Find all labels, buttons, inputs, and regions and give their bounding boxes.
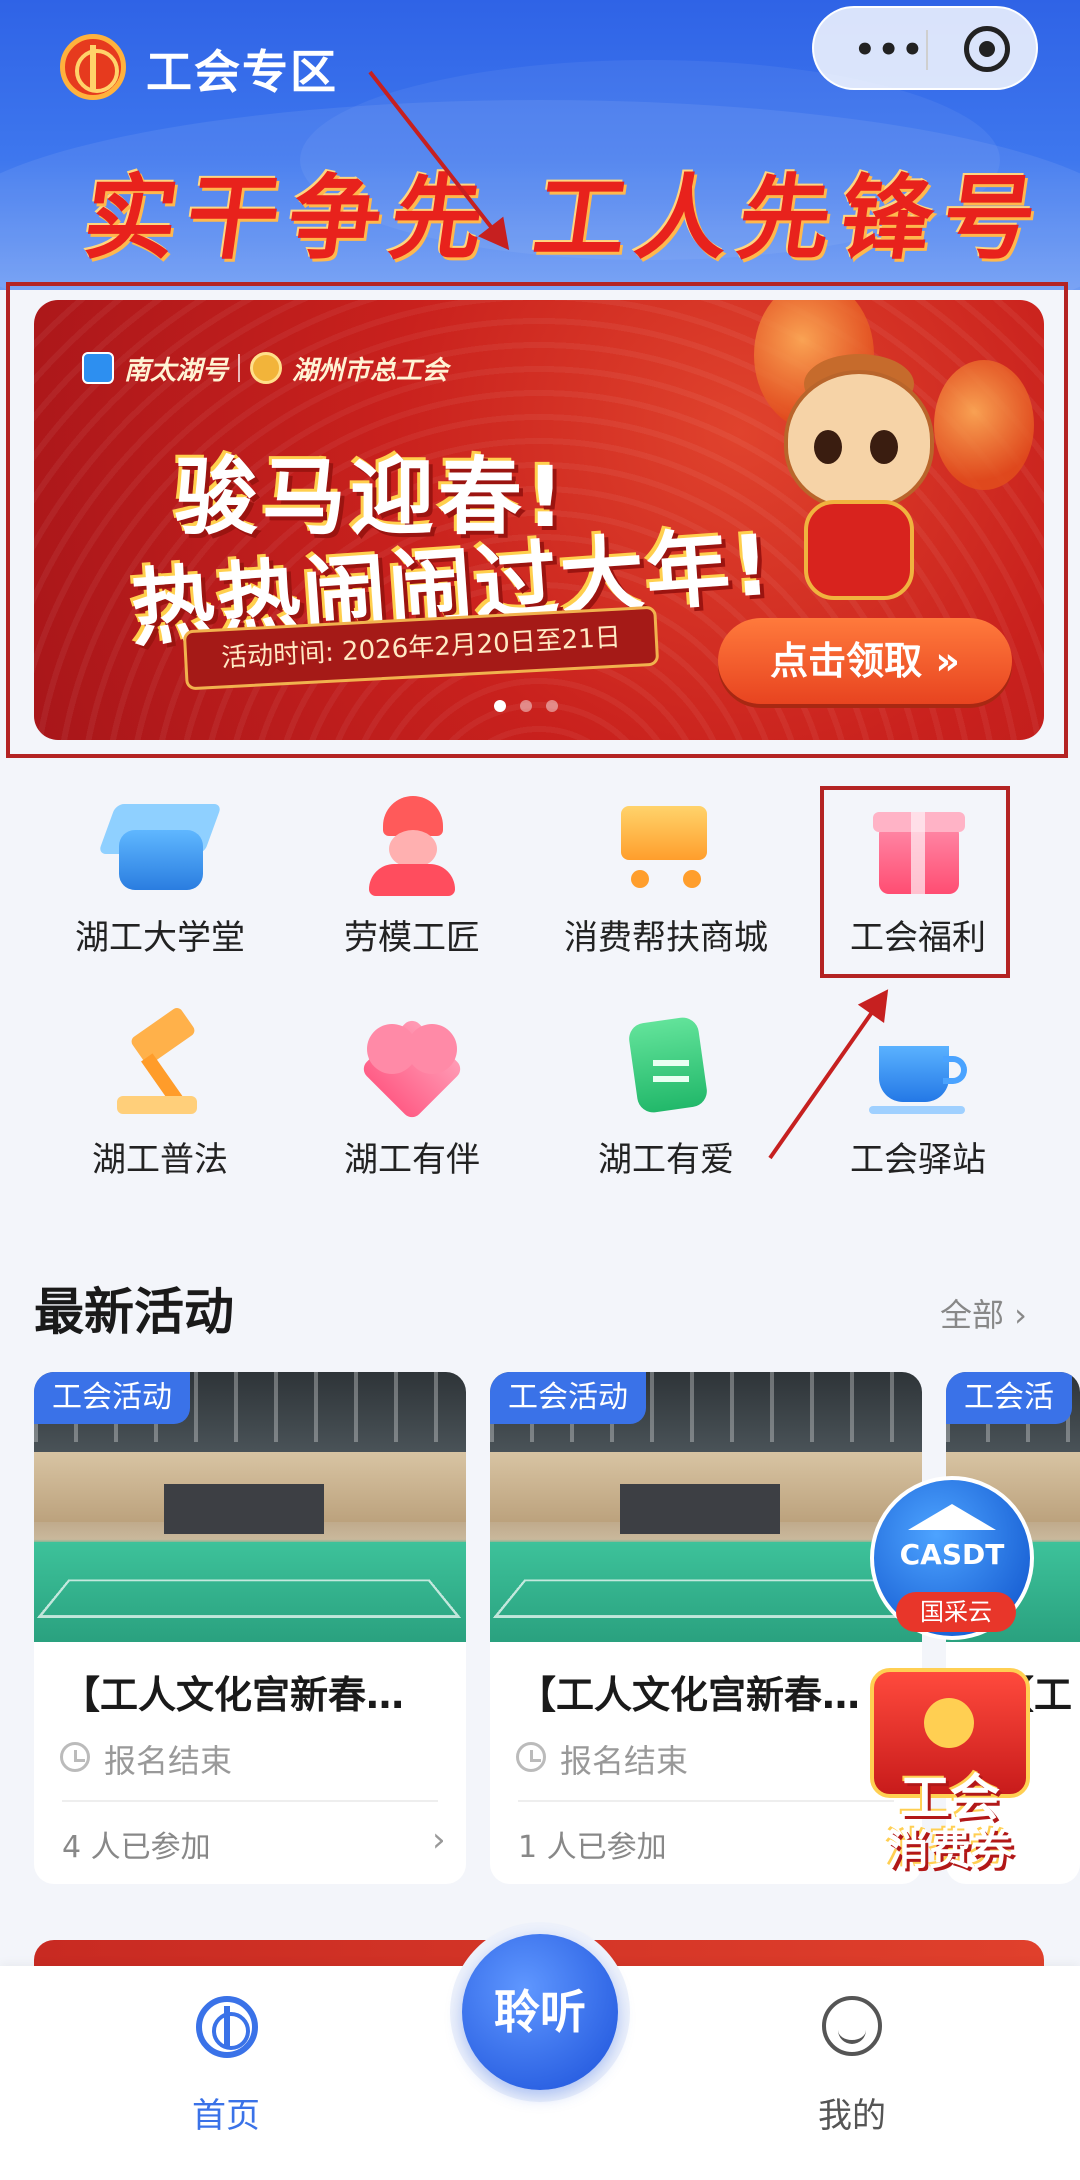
building-roof-icon bbox=[908, 1504, 996, 1530]
participant-count: 1 人已参加 bbox=[518, 1830, 667, 1865]
activity-title: 【工人文化宫新春… bbox=[62, 1673, 405, 1717]
page-title: 工会专区 bbox=[146, 45, 338, 99]
view-all-link[interactable]: 全部 › bbox=[940, 1290, 1027, 1336]
home-union-icon bbox=[196, 1996, 258, 2058]
chevron-right-icon[interactable]: › bbox=[432, 1820, 446, 1860]
activity-tag: 工会活动 bbox=[490, 1372, 646, 1424]
grid-item-consumption-mall[interactable]: 消费帮扶商城 bbox=[536, 790, 796, 990]
grid-item-love[interactable]: 湖工有爱 bbox=[536, 1012, 796, 1212]
card-divider bbox=[62, 1800, 438, 1802]
grid-item-hugong-college[interactable]: 湖工大学堂 bbox=[30, 790, 290, 990]
grid-item-station[interactable]: 工会驿站 bbox=[788, 1012, 1048, 1212]
card-divider bbox=[518, 1800, 894, 1802]
tab-label: 首页 bbox=[192, 2096, 260, 2136]
graduation-cap-icon bbox=[97, 790, 223, 896]
activity-card[interactable]: 工会活动 【工人文化宫新春… 报名结束 4 人已参加 › bbox=[34, 1372, 466, 1884]
grid-item-label: 湖工有伴 bbox=[344, 1140, 480, 1180]
capsule-divider bbox=[926, 30, 928, 70]
coupon-label: 消费券 bbox=[886, 1825, 1013, 1874]
tab-me[interactable]: 我的 bbox=[752, 1996, 952, 2146]
activity-tag: 工会活动 bbox=[34, 1372, 190, 1424]
section-title: 最新活动 bbox=[34, 1283, 234, 1341]
grid-item-label: 工会驿站 bbox=[850, 1140, 986, 1180]
header-area: 工会专区 ••• 实干争先 工人先锋号 bbox=[0, 0, 1080, 290]
tab-home[interactable]: 首页 bbox=[126, 1996, 326, 2146]
coffee-cup-icon bbox=[865, 1012, 971, 1118]
activity-status: 报名结束 bbox=[560, 1742, 689, 1780]
grid-item-label: 湖工大学堂 bbox=[75, 918, 245, 958]
worker-icon bbox=[359, 790, 465, 896]
tab-label: 我的 bbox=[818, 2096, 886, 2136]
close-target-icon[interactable] bbox=[964, 26, 1010, 72]
heart-icon bbox=[359, 1012, 465, 1122]
activity-status: 报名结束 bbox=[104, 1742, 233, 1780]
mini-program-capsule: ••• bbox=[812, 6, 1038, 90]
union-logo-icon bbox=[60, 34, 126, 100]
grid-item-label: 消费帮扶商城 bbox=[564, 918, 768, 958]
activity-tag: 工会活 bbox=[946, 1372, 1072, 1424]
more-menu-icon[interactable]: ••• bbox=[854, 30, 925, 70]
shopping-cart-icon bbox=[613, 790, 719, 896]
clock-icon bbox=[60, 1742, 90, 1772]
grid-item-model-workers[interactable]: 劳模工匠 bbox=[282, 790, 542, 990]
annotation-highlight-box bbox=[820, 786, 1010, 978]
grid-item-label: 湖工普法 bbox=[92, 1140, 228, 1180]
casdt-float-button[interactable]: CASDT 国采云 bbox=[870, 1476, 1034, 1640]
consumption-coupon-float-button[interactable]: 工会 消费券 bbox=[850, 1668, 1050, 1874]
activity-title: 【工人文化宫新春… bbox=[518, 1673, 861, 1717]
user-profile-icon bbox=[822, 1996, 882, 2056]
annotation-highlight-box bbox=[6, 282, 1068, 758]
gavel-icon bbox=[107, 1005, 213, 1118]
grid-item-legal[interactable]: 湖工普法 bbox=[30, 1005, 290, 1212]
casdt-badge: 国采云 bbox=[896, 1592, 1016, 1632]
grid-item-label: 劳模工匠 bbox=[344, 918, 480, 958]
grid-item-label: 湖工有爱 bbox=[598, 1140, 734, 1180]
union-coin-icon bbox=[924, 1698, 974, 1748]
handwritten-slogan: 实干争先 工人先锋号 bbox=[77, 164, 1053, 272]
casdt-label: CASDT bbox=[899, 1538, 1005, 1571]
participant-count: 4 人已参加 bbox=[62, 1830, 211, 1865]
listen-button[interactable]: 聆听 bbox=[462, 1934, 618, 2090]
document-icon bbox=[613, 1012, 719, 1118]
clock-icon bbox=[516, 1742, 546, 1772]
grid-item-companion[interactable]: 湖工有伴 bbox=[282, 1012, 542, 1212]
